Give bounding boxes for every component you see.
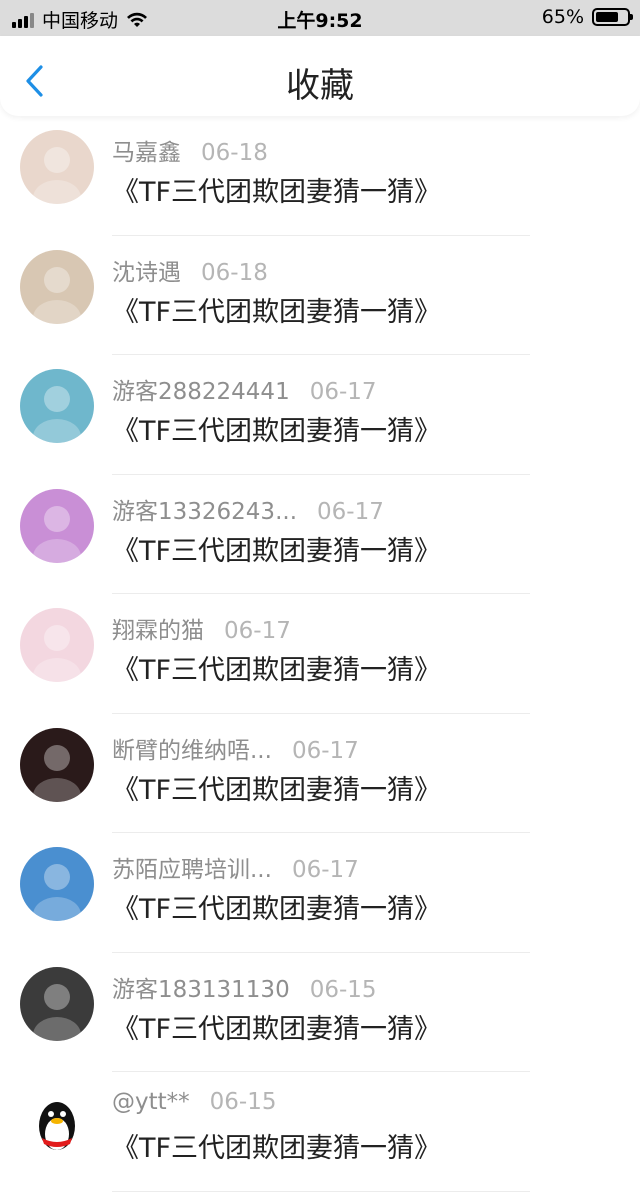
battery-icon [592, 8, 633, 26]
item-date: 06-17 [317, 498, 384, 525]
item-title[interactable]: 《TF三代团欺团妻猜一猜》 [112, 1126, 441, 1165]
item-title[interactable]: 《TF三代团欺团妻猜一猜》 [112, 529, 441, 568]
item-title[interactable]: 《TF三代团欺团妻猜一猜》 [112, 1007, 441, 1046]
avatar[interactable] [20, 369, 94, 443]
list-item[interactable]: @ytt** 06-15 《TF三代团欺团妻猜一猜》 [0, 1072, 640, 1192]
item-meta: 游客183131130 06-15 [112, 970, 377, 1004]
favorites-list: 马嘉鑫 06-18 《TF三代团欺团妻猜一猜》 沈诗遇 06-18 《TF三代团… [0, 116, 640, 1192]
user-name[interactable]: 游客288224441 [112, 372, 290, 406]
divider [112, 1190, 530, 1192]
item-meta: 游客288224441 06-17 [112, 372, 377, 406]
avatar[interactable] [20, 608, 94, 682]
item-meta: 断臂的维纳唔... 06-17 [112, 731, 359, 765]
item-title[interactable]: 《TF三代团欺团妻猜一猜》 [112, 409, 441, 448]
avatar[interactable] [20, 249, 94, 324]
avatar[interactable] [20, 966, 94, 1041]
user-name[interactable]: 游客183131130 [112, 970, 290, 1004]
item-meta: 沈诗遇 06-18 [112, 253, 268, 287]
item-meta: @ytt** 06-15 [112, 1089, 277, 1115]
nav-bar: 收藏 [0, 36, 640, 116]
avatar[interactable] [20, 488, 94, 563]
list-item[interactable]: 游客183131130 06-15 《TF三代团欺团妻猜一猜》 [0, 953, 640, 1072]
list-item[interactable]: 断臂的维纳唔... 06-17 《TF三代团欺团妻猜一猜》 [0, 714, 640, 833]
item-title[interactable]: 《TF三代团欺团妻猜一猜》 [112, 768, 441, 807]
person-avatar-icon [33, 147, 81, 204]
list-item[interactable]: 沈诗遇 06-18 《TF三代团欺团妻猜一猜》 [0, 236, 640, 355]
battery-percent: 65% [541, 6, 584, 28]
user-name[interactable]: 游客13326243... [112, 492, 297, 526]
person-avatar-icon [33, 386, 81, 443]
list-item[interactable]: 苏陌应聘培训... 06-17 《TF三代团欺团妻猜一猜》 [0, 833, 640, 953]
item-date: 06-18 [201, 140, 268, 166]
person-avatar-icon [33, 505, 81, 563]
item-date: 06-17 [224, 618, 291, 644]
avatar[interactable] [20, 130, 94, 204]
list-item[interactable]: 游客13326243... 06-17 《TF三代团欺团妻猜一猜》 [0, 475, 640, 594]
person-avatar-icon [33, 625, 81, 682]
penguin-icon [39, 1102, 75, 1150]
person-avatar-icon [33, 266, 81, 324]
list-item[interactable]: 马嘉鑫 06-18 《TF三代团欺团妻猜一猜》 [0, 116, 640, 236]
item-title[interactable]: 《TF三代团欺团妻猜一猜》 [112, 170, 441, 209]
item-date: 06-15 [209, 1089, 277, 1115]
avatar[interactable] [20, 1086, 94, 1160]
list-item[interactable]: 翔霖的猫 06-17 《TF三代团欺团妻猜一猜》 [0, 594, 640, 714]
user-name[interactable]: @ytt** [112, 1089, 190, 1115]
item-meta: 翔霖的猫 06-17 [112, 611, 291, 645]
person-avatar-icon [33, 744, 81, 802]
item-title[interactable]: 《TF三代团欺团妻猜一猜》 [112, 648, 441, 687]
list-item[interactable]: 游客288224441 06-17 《TF三代团欺团妻猜一猜》 [0, 355, 640, 475]
user-name[interactable]: 翔霖的猫 [112, 611, 204, 645]
item-date: 06-15 [309, 976, 377, 1003]
item-date: 06-17 [309, 379, 377, 405]
item-date: 06-17 [291, 737, 359, 764]
item-meta: 游客13326243... 06-17 [112, 492, 384, 526]
page-title: 收藏 [286, 66, 354, 106]
item-meta: 马嘉鑫 06-18 [112, 133, 268, 167]
person-avatar-icon [33, 864, 81, 921]
user-name[interactable]: 马嘉鑫 [112, 133, 181, 167]
user-name[interactable]: 苏陌应聘培训... [112, 850, 272, 884]
battery-group: 65% [541, 6, 633, 28]
status-bar: 中国移动 上午9:52 65% [0, 0, 640, 36]
avatar[interactable] [20, 847, 94, 921]
item-title[interactable]: 《TF三代团欺团妻猜一猜》 [112, 887, 441, 926]
item-title[interactable]: 《TF三代团欺团妻猜一猜》 [112, 290, 441, 329]
item-date: 06-18 [201, 259, 268, 286]
item-meta: 苏陌应聘培训... 06-17 [112, 850, 359, 884]
person-avatar-icon [33, 983, 81, 1041]
avatar[interactable] [20, 727, 94, 802]
item-date: 06-17 [291, 857, 359, 883]
user-name[interactable]: 断臂的维纳唔... [112, 731, 272, 765]
user-name[interactable]: 沈诗遇 [112, 253, 181, 287]
